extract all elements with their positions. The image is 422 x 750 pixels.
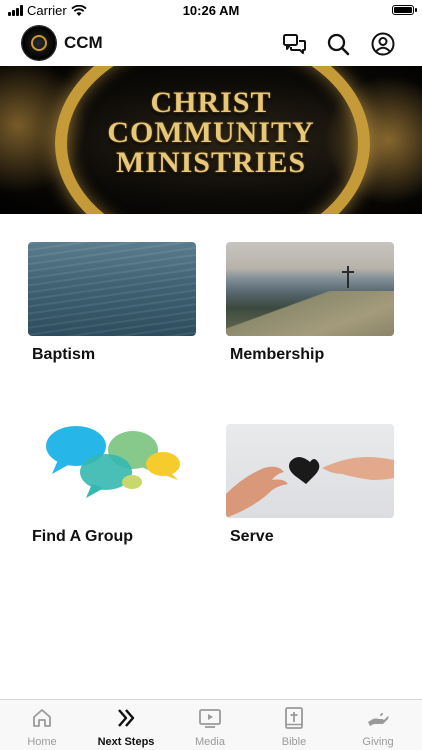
tab-label: Next Steps [97, 736, 155, 748]
cross-icon [347, 266, 349, 288]
bible-icon [285, 707, 303, 729]
tab-next-steps[interactable]: Next Steps [84, 706, 168, 748]
cross-beam [342, 271, 354, 273]
tab-media[interactable]: Media [168, 706, 252, 748]
hands-heart-icon [226, 457, 394, 518]
ccm-logo[interactable] [22, 26, 56, 60]
tab-label: Giving [362, 736, 394, 748]
status-time: 10:26 AM [182, 3, 240, 18]
banner-line: CHRIST [150, 86, 272, 119]
ministry-banner[interactable]: CHRIST COMMUNITY MINISTRIES [0, 66, 422, 214]
app-title: CCM [64, 33, 103, 52]
tab-home[interactable]: Home [0, 706, 84, 748]
baptism-image [28, 242, 196, 336]
tab-bar: Home Next Steps Media Bible Giving [0, 699, 422, 750]
banner-line: COMMUNITY [107, 116, 315, 149]
tab-label: Home [27, 736, 57, 748]
tab-label: Media [195, 736, 225, 748]
mountain-ridge [226, 291, 394, 336]
tile-serve[interactable]: Serve [226, 424, 394, 545]
banner-title: CHRIST COMMUNITY MINISTRIES [0, 88, 422, 178]
tile-label: Baptism [32, 346, 96, 363]
banner-line: MINISTRIES [115, 146, 307, 179]
tile-membership[interactable]: Membership [226, 242, 394, 363]
tile-find-a-group[interactable]: Find A Group [28, 424, 196, 545]
profile-icon[interactable] [370, 31, 396, 57]
find-a-group-image [28, 424, 196, 518]
serve-image [226, 424, 394, 518]
status-bar: Carrier 10:26 AM [0, 0, 422, 22]
tab-label: Bible [281, 736, 307, 748]
next-steps-icon [118, 709, 135, 727]
tab-bible[interactable]: Bible [252, 706, 336, 748]
speech-bubbles-icon [46, 426, 180, 498]
media-icon [199, 709, 221, 728]
membership-image [226, 242, 394, 336]
tab-giving[interactable]: Giving [336, 706, 420, 748]
search-icon[interactable] [325, 31, 351, 57]
tile-baptism[interactable]: Baptism [28, 242, 196, 363]
chat-icon[interactable] [281, 31, 307, 57]
battery-icon [392, 5, 417, 15]
tile-label: Find A Group [32, 528, 134, 545]
giving-icon [368, 713, 389, 726]
home-icon [33, 709, 51, 727]
tile-label: Serve [230, 528, 274, 545]
tile-label: Membership [230, 346, 325, 363]
app-header: CCM [0, 22, 422, 66]
